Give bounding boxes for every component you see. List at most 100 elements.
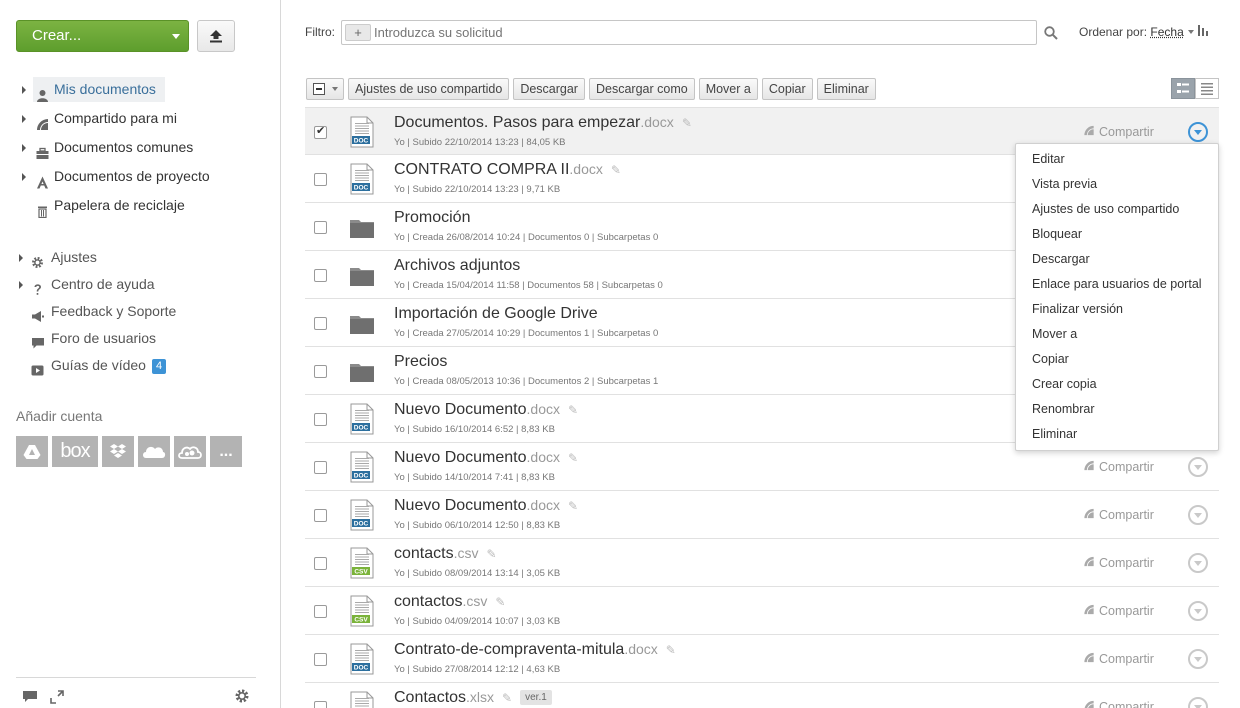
version-badge[interactable]: ver.1	[520, 690, 552, 705]
file-title[interactable]: contacts	[394, 545, 454, 562]
row-checkbox[interactable]	[314, 413, 327, 426]
file-title[interactable]: Contactos	[394, 689, 466, 706]
sidebar-item-foro-de-usuarios[interactable]: Foro de usuarios	[0, 325, 281, 352]
more-icon[interactable]: ...	[210, 436, 242, 467]
menu-item-bloquear[interactable]: Bloquear	[1016, 222, 1218, 247]
row-checkbox[interactable]	[314, 317, 327, 330]
file-name[interactable]: Contrato-de-compraventa-mitula.docx ✎	[394, 641, 676, 659]
file-row[interactable]: DOC Nuevo Documento.docx ✎ Yo | Subido 06/1…	[305, 491, 1219, 539]
file-row[interactable]: Contactos.xlsx ✎ ver.1 Compartir	[305, 683, 1219, 708]
file-name[interactable]: Precios	[394, 353, 447, 371]
search-icon[interactable]	[1044, 26, 1058, 45]
file-name[interactable]: Archivos adjuntos	[394, 257, 520, 275]
sidebar-item-documentos-de-proyecto[interactable]: Documentos de proyecto	[0, 162, 281, 191]
sidebar-item-centro-de-ayuda[interactable]: Centro de ayuda	[0, 271, 281, 298]
sidebar-item-feedback-y-soporte[interactable]: Feedback y Soporte	[0, 298, 281, 325]
pencil-icon[interactable]: ✎	[568, 451, 578, 465]
file-row[interactable]: CSV contacts.csv ✎ Yo | Subido 08/09/2014 1…	[305, 539, 1219, 587]
menu-item-crear-copia[interactable]: Crear copia	[1016, 372, 1218, 397]
menu-item-renombrar[interactable]: Renombrar	[1016, 397, 1218, 422]
pencil-icon[interactable]: ✎	[682, 116, 692, 130]
eliminar-button[interactable]: Eliminar	[816, 78, 876, 100]
descargar-como-button[interactable]: Descargar como	[588, 78, 695, 100]
dropbox-icon[interactable]	[102, 436, 134, 467]
row-checkbox[interactable]	[314, 269, 327, 282]
row-menu-button[interactable]	[1188, 122, 1208, 142]
mover-a-button[interactable]: Mover a	[698, 78, 758, 100]
row-checkbox[interactable]	[314, 653, 327, 666]
menu-item-mover-a[interactable]: Mover a	[1016, 322, 1218, 347]
file-title[interactable]: CONTRATO COMPRA II	[394, 161, 569, 178]
file-title[interactable]: Nuevo Documento	[394, 497, 527, 514]
upload-button[interactable]	[197, 20, 235, 52]
menu-item-copiar[interactable]: Copiar	[1016, 347, 1218, 372]
descargar-button[interactable]: Descargar	[513, 78, 585, 100]
file-title[interactable]: Contrato-de-compraventa-mitula	[394, 641, 624, 658]
file-row[interactable]: DOC Contrato-de-compraventa-mitula.docx ✎ Y…	[305, 635, 1219, 683]
create-button[interactable]: Crear...	[16, 20, 189, 52]
expand-arrow-icon[interactable]	[22, 86, 26, 94]
select-all-checkbox[interactable]	[306, 78, 344, 100]
row-checkbox[interactable]	[314, 365, 327, 378]
menu-item-editar[interactable]: Editar	[1016, 147, 1218, 172]
pencil-icon[interactable]: ✎	[611, 163, 621, 177]
sidebar-item-guias-de-video[interactable]: Guías de vídeo 4	[0, 352, 281, 379]
share-link[interactable]: Compartir	[1083, 700, 1154, 708]
file-name[interactable]: Nuevo Documento.docx ✎	[394, 401, 578, 419]
file-title[interactable]: Importación de Google Drive	[394, 305, 598, 322]
file-name[interactable]: contactos.csv ✎	[394, 593, 505, 611]
row-menu-button[interactable]	[1188, 649, 1208, 669]
file-name[interactable]: Promoción	[394, 209, 470, 227]
expand-arrow-icon[interactable]	[19, 254, 23, 262]
file-name[interactable]: Documentos. Pasos para empezar.docx ✎	[394, 114, 692, 132]
share-link[interactable]: Compartir	[1083, 556, 1154, 570]
sort-order-icon[interactable]	[1197, 25, 1210, 39]
share-link[interactable]: Compartir	[1083, 508, 1154, 522]
file-name[interactable]: Importación de Google Drive	[394, 305, 598, 323]
menu-item-vista-previa[interactable]: Vista previa	[1016, 172, 1218, 197]
file-title[interactable]: Archivos adjuntos	[394, 257, 520, 274]
chat-icon[interactable]	[22, 690, 38, 708]
row-checkbox[interactable]	[314, 124, 327, 139]
row-checkbox[interactable]	[314, 557, 327, 570]
expand-arrow-icon[interactable]	[22, 115, 26, 123]
row-checkbox[interactable]	[314, 221, 327, 234]
sort-value[interactable]: Fecha	[1150, 25, 1183, 39]
file-title[interactable]: Promoción	[394, 209, 470, 226]
file-name[interactable]: Nuevo Documento.docx ✎	[394, 497, 578, 515]
sidebar-item-documentos-comunes[interactable]: Documentos comunes	[0, 133, 281, 162]
share-link[interactable]: Compartir	[1083, 460, 1154, 474]
pencil-icon[interactable]: ✎	[495, 595, 505, 609]
pencil-icon[interactable]: ✎	[502, 691, 512, 705]
menu-item-finalizar-version[interactable]: Finalizar versión	[1016, 297, 1218, 322]
row-menu-button[interactable]	[1188, 697, 1208, 708]
row-menu-button[interactable]	[1188, 553, 1208, 573]
sort-control[interactable]: Ordenar por: Fecha	[1079, 25, 1210, 39]
menu-item-descargar[interactable]: Descargar	[1016, 247, 1218, 272]
share-link[interactable]: Compartir	[1083, 652, 1154, 666]
google-drive-icon[interactable]	[16, 436, 48, 467]
expand-arrow-icon[interactable]	[22, 173, 26, 181]
expand-arrow-icon[interactable]	[19, 281, 23, 289]
onedrive-icon[interactable]	[138, 436, 170, 467]
file-name[interactable]: Contactos.xlsx ✎ ver.1	[394, 689, 552, 707]
pencil-icon[interactable]: ✎	[486, 547, 496, 561]
row-checkbox[interactable]	[314, 461, 327, 474]
row-menu-button[interactable]	[1188, 457, 1208, 477]
expand-icon[interactable]	[50, 690, 64, 708]
file-title[interactable]: Nuevo Documento	[394, 449, 527, 466]
file-row[interactable]: CSV contactos.csv ✎ Yo | Subido 04/09/2014 …	[305, 587, 1219, 635]
share-link[interactable]: Compartir	[1083, 604, 1154, 618]
pencil-icon[interactable]: ✎	[568, 403, 578, 417]
row-menu-button[interactable]	[1188, 601, 1208, 621]
file-name[interactable]: contacts.csv ✎	[394, 545, 497, 563]
menu-item-enlace-para-usuarios-de-portal[interactable]: Enlace para usuarios de portal	[1016, 272, 1218, 297]
file-title[interactable]: contactos	[394, 593, 462, 610]
row-checkbox[interactable]	[314, 173, 327, 186]
file-title[interactable]: Documentos. Pasos para empezar	[394, 114, 640, 131]
file-title[interactable]: Precios	[394, 353, 447, 370]
filter-box[interactable]: +	[341, 20, 1037, 45]
pencil-icon[interactable]: ✎	[666, 643, 676, 657]
sidebar-item-ajustes[interactable]: Ajustes	[0, 244, 281, 271]
owncloud-icon[interactable]	[174, 436, 206, 467]
